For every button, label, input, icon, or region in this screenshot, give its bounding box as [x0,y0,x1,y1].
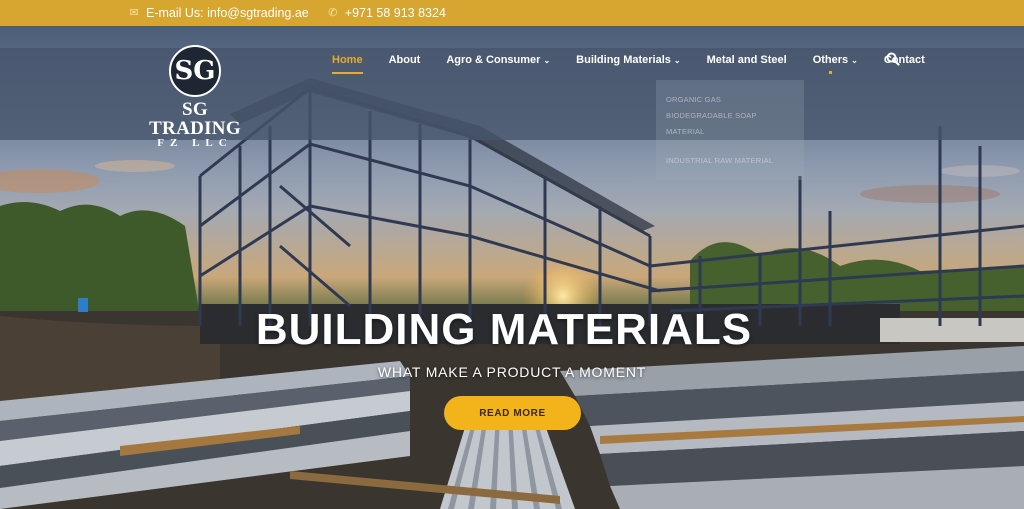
dropdown-item[interactable]: ORGANIC GAS [666,92,804,107]
envelope-icon: ✉ [129,7,139,19]
email-contact[interactable]: ✉ E-mail Us: info@sgtrading.ae [128,6,309,20]
search-icon[interactable] [886,52,900,66]
hero-headline: BUILDING MATERIALS [255,305,753,354]
email-label: E-mail Us: info@sgtrading.ae [146,6,309,20]
others-dropdown: ORGANIC GAS BIODEGRADABLE SOAP MATERIAL … [656,80,804,180]
sg-monogram-icon: SG [169,45,221,97]
nav-about[interactable]: About [389,54,421,66]
dropdown-item[interactable]: INDUSTRIAL RAW MATERIAL [666,153,804,168]
nav-home[interactable]: Home [332,54,363,74]
chevron-down-icon: ⌄ [543,56,551,65]
phone-label: +971 58 913 8324 [344,6,446,20]
nav-others[interactable]: Others ⌄ [813,54,858,74]
phone-icon: ✆ [328,7,338,19]
contact-bar: ✉ E-mail Us: info@sgtrading.ae ✆ +971 58… [0,0,1024,26]
dropdown-item[interactable]: BIODEGRADABLE SOAP [666,108,804,123]
logo-name: SG TRADING [149,99,241,139]
dropdown-item[interactable]: MATERIAL [666,124,804,139]
chevron-down-icon: ⌄ [851,56,858,65]
chevron-down-icon: ⌄ [673,56,681,65]
hero-subline: WHAT MAKE A PRODUCT A MOMENT [377,364,647,380]
company-logo[interactable]: SG SG TRADING FZ LLC [136,45,254,149]
main-menu: Home About Agro & Consumer ⌄ Building Mat… [332,52,951,74]
nav-building-materials[interactable]: Building Materials ⌄ [576,54,680,66]
read-more-button[interactable]: READ MORE [444,396,581,430]
logo-subtitle: FZ LLC [157,137,233,149]
nav-agro-consumer[interactable]: Agro & Consumer ⌄ [446,54,550,66]
nav-metal-steel[interactable]: Metal and Steel [707,54,787,66]
phone-contact[interactable]: ✆ +971 58 913 8324 [327,6,446,20]
